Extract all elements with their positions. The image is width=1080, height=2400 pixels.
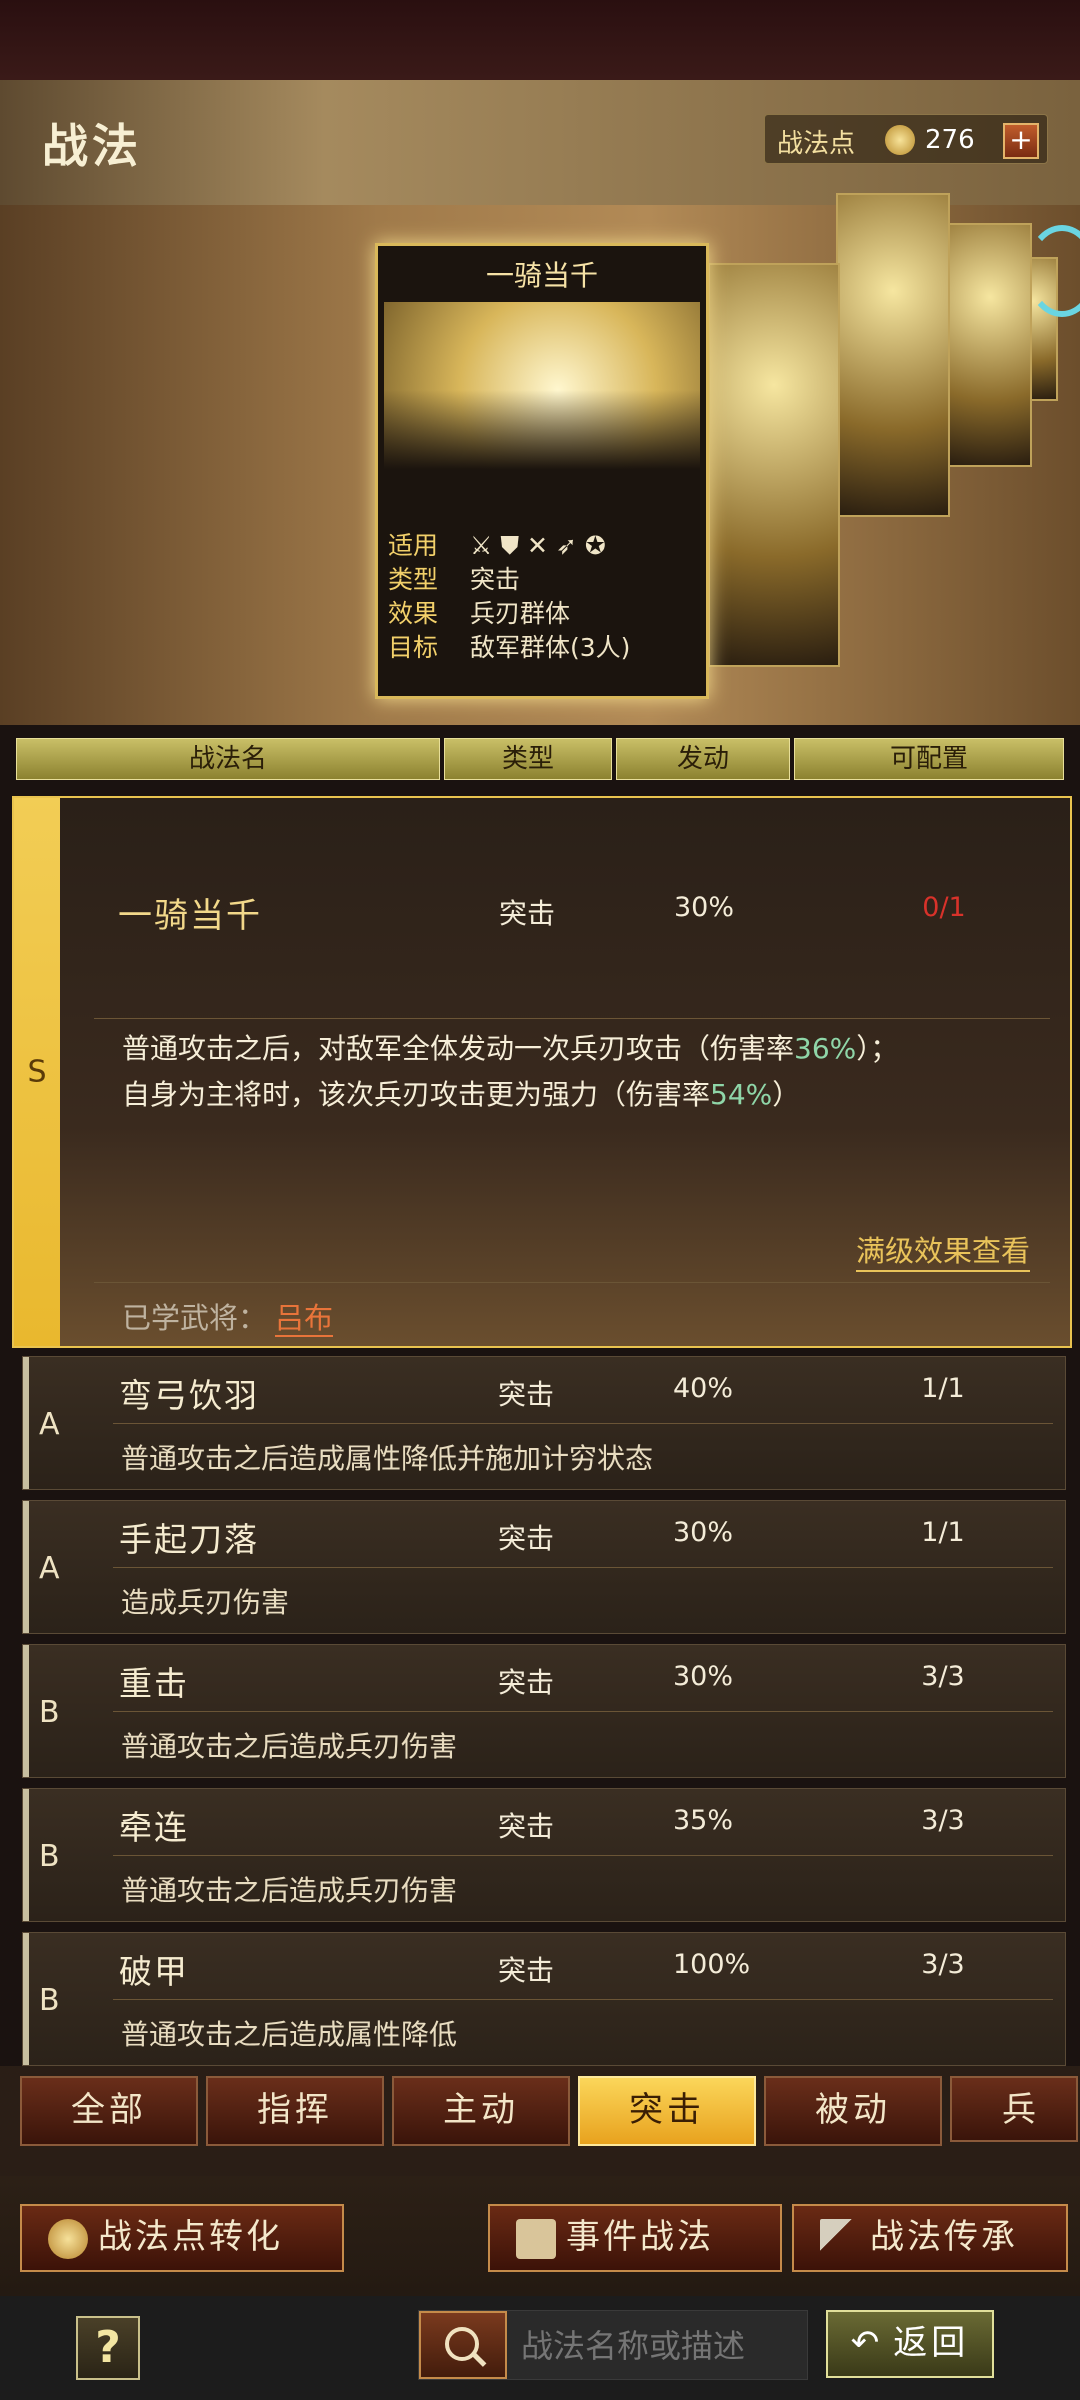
troop-type-icons: ⚔ ⛊ ✕ ➶ ✪ [470,531,606,560]
rank-badge: S [14,798,60,1346]
tactic-description: 造成兵刃伤害 [121,1586,290,1619]
tactic-type: 突击 [498,1522,555,1555]
tactic-rate: 30% [673,1517,734,1548]
tab-troop[interactable]: 兵种 [950,2076,1078,2142]
rank-label: A [39,1551,60,1586]
rank-label: A [39,1407,60,1442]
tactic-description: 普通攻击之后，对敌军全体发动一次兵刃攻击（伤害率36%）； 自身为主将时，该次兵… [122,1032,899,1111]
card-info-key: 目标 [388,633,439,662]
card-info-value: 突击 [470,565,521,594]
points-value: 276 [925,125,975,155]
tactic-card-carousel[interactable]: 一骑当千 适用 ⚔ ⛊ ✕ ➶ ✪ 类型 突击 效果 兵刃群体 目标 敌军群体(3人) [0,193,1080,725]
points-label: 战法点 [777,129,856,159]
return-arrow-icon: ↶ [850,2323,884,2363]
tab-passive[interactable]: 被动 [764,2076,942,2146]
divider [94,1282,1050,1283]
action-bar: 战法点转化 事件战法 战法传承 [0,2176,1080,2296]
card-info-key: 类型 [388,565,439,594]
tactic-rate: 40% [673,1373,734,1404]
tactic-rate: 100% [673,1949,751,1980]
tactic-config: 3/3 [921,1805,965,1836]
table-header: 战法名 类型 发动 可配置 [16,738,1064,780]
help-button[interactable]: ? [76,2316,140,2380]
hammer-icon [820,2218,860,2259]
header-config[interactable]: 可配置 [794,738,1064,780]
tactic-description: 普通攻击之后造成属性降低并施加计穷状态 [121,1442,654,1475]
card-info-key: 效果 [388,599,439,628]
tactic-type: 突击 [499,897,556,930]
card-info: 适用 ⚔ ⛊ ✕ ➶ ✪ 类型 突击 效果 兵刃群体 目标 敌军群体(3人) [388,529,630,665]
tactic-type: 突击 [498,1378,555,1411]
tactic-description: 普通攻击之后造成兵刃伤害 [121,1730,458,1763]
max-level-effect-link[interactable]: 满级效果查看 [855,1228,1030,1272]
table-row[interactable]: B 重击 突击 30% 3/3 普通攻击之后造成兵刃伤害 [22,1644,1066,1778]
tactic-description: 普通攻击之后造成兵刃伤害 [121,1874,458,1907]
bottom-bar: ? ↶返回 [0,2296,1080,2400]
search-input[interactable] [519,2321,803,2371]
card-info-value: 兵刃群体 [470,599,571,628]
convert-points-button[interactable]: 战法点转化 [20,2204,344,2272]
tab-assault[interactable]: 突击 [578,2076,756,2146]
coin-icon [48,2218,88,2259]
tactic-config: 3/3 [921,1949,965,1980]
carousel-card-4[interactable] [948,223,1032,467]
header-name[interactable]: 战法名 [16,738,440,780]
rank-label: B [39,1839,60,1874]
card-title: 一骑当千 [485,259,598,292]
tactic-config: 0/1 [922,892,966,923]
coin-icon [885,125,915,155]
learned-generals: 已学武将： 吕布 [122,1301,334,1337]
tab-active[interactable]: 主动 [392,2076,570,2146]
carousel-card-2[interactable] [708,263,840,667]
tab-command[interactable]: 指挥 [206,2076,384,2146]
tactic-name: 重击 [119,1664,189,1703]
filter-tabs: 全部 指挥 主动 突击 被动 兵种 [0,2066,1080,2176]
divider [94,1018,1050,1019]
search-box [418,2310,808,2380]
tactic-rate: 30% [674,892,735,923]
card-info-value: 敌军群体(3人) [470,633,631,662]
selected-tactic-row[interactable]: S 一骑当千 突击 30% 0/1 普通攻击之后，对敌军全体发动一次兵刃攻击（伤… [12,796,1072,1348]
header: 战法 战法点 276 + [0,80,1080,207]
event-tactics-button[interactable]: 事件战法 [488,2204,782,2272]
tactic-name: 一骑当千 [118,896,262,936]
table-row[interactable]: A 手起刀落 突击 30% 1/1 造成兵刃伤害 [22,1500,1066,1634]
tactic-rate: 30% [673,1661,734,1692]
featured-tactic-card[interactable]: 一骑当千 适用 ⚔ ⛊ ✕ ➶ ✪ 类型 突击 效果 兵刃群体 目标 敌军群体(3人) [375,243,709,699]
tactic-config: 1/1 [921,1373,965,1404]
header-type[interactable]: 类型 [444,738,612,780]
header-rate[interactable]: 发动 [616,738,790,780]
tactic-type: 突击 [498,1954,555,1987]
inherit-tactics-button[interactable]: 战法传承 [792,2204,1068,2272]
card-info-key: 适用 [388,531,439,560]
tactic-name: 手起刀落 [119,1520,259,1559]
tactic-name: 破甲 [119,1952,189,1991]
table-row[interactable]: A 弯弓饮羽 突击 40% 1/1 普通攻击之后造成属性降低并施加计穷状态 [22,1356,1066,1490]
tactic-config: 3/3 [921,1661,965,1692]
card-artwork [384,302,700,522]
tactic-type: 突击 [498,1810,555,1843]
page-title: 战法 [42,119,142,173]
tactic-type: 突击 [498,1666,555,1699]
status-strip [0,0,1080,80]
tactic-config: 1/1 [921,1517,965,1548]
learned-hero-link[interactable]: 吕布 [275,1301,334,1337]
rank-label: B [39,1695,60,1730]
back-button[interactable]: ↶ 返回 [826,2310,994,2378]
add-points-button[interactable]: + [1003,123,1039,159]
tactic-points-panel: 战法点 276 + [764,114,1048,164]
tactic-description: 普通攻击之后造成属性降低 [121,2018,458,2051]
table-row[interactable]: B 破甲 突击 100% 3/3 普通攻击之后造成属性降低 [22,1932,1066,2066]
tactic-name: 牵连 [119,1808,189,1847]
tactic-rate: 35% [673,1805,734,1836]
tactic-name: 弯弓饮羽 [119,1376,259,1415]
tab-all[interactable]: 全部 [20,2076,198,2146]
table-row[interactable]: B 牵连 突击 35% 3/3 普通攻击之后造成兵刃伤害 [22,1788,1066,1922]
scroll-icon [516,2218,556,2259]
carousel-card-3[interactable] [836,193,950,517]
search-icon[interactable] [419,2311,507,2379]
rank-label: B [39,1983,60,2018]
